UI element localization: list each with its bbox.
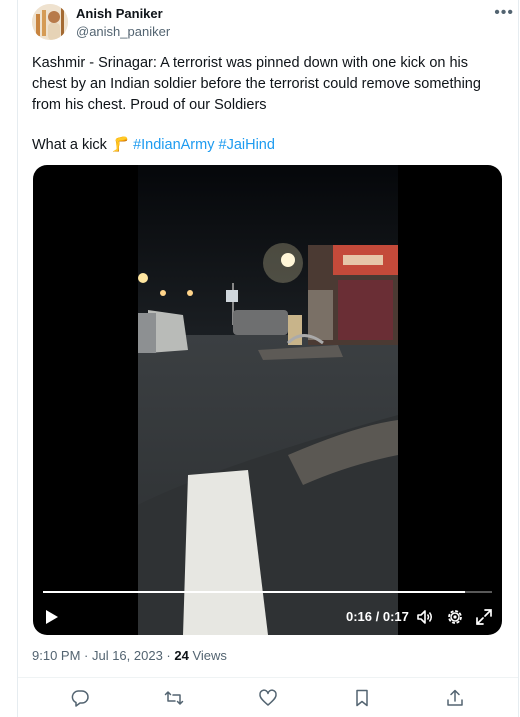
more-icon[interactable]: ••• [494,4,514,22]
tweet-meta: 9:10 PM · Jul 16, 2023 · 24 Views [32,648,227,663]
volume-icon[interactable] [416,608,434,626]
action-bar [18,688,518,710]
play-icon[interactable] [45,609,59,625]
tweet-text-main: Kashmir - Srinagar: A terrorist was pinn… [32,55,481,113]
author-name[interactable]: Anish Paniker [76,6,163,21]
video-progress-fill [43,591,466,593]
tweet-timestamp[interactable]: 9:10 PM · Jul 16, 2023 · [32,648,174,663]
retweet-button[interactable] [164,688,184,708]
views-count: 24 [174,648,189,663]
video-progress[interactable] [43,591,492,593]
tweet-card: Anish Paniker @anish_paniker ••• Kashmir… [17,0,519,717]
like-button[interactable] [258,688,278,708]
bookmark-icon [356,689,368,707]
video-player[interactable]: 0:16 / 0:17 [33,165,502,635]
leg-emoji: 🦵 [110,137,130,153]
views-label: Views [188,648,227,663]
hashtag-indianarmy[interactable]: #IndianArmy [133,137,214,153]
reply-icon [71,690,89,707]
share-icon [447,689,463,706]
bookmark-button[interactable] [352,688,372,708]
video-time: 0:16 / 0:17 [346,609,409,624]
fullscreen-icon[interactable] [475,608,493,626]
like-icon [259,689,277,706]
hashtag-jaihind[interactable]: #JaiHind [219,137,275,153]
settings-icon[interactable] [446,608,464,626]
share-button[interactable] [445,688,465,708]
tweet-text: Kashmir - Srinagar: A terrorist was pinn… [32,53,502,156]
tweet-text-prefix: What a kick [32,137,111,153]
tweet-text-second: What a kick 🦵 #IndianArmy #JaiHind [32,135,502,156]
author-handle[interactable]: @anish_paniker [76,24,170,39]
avatar-image [32,4,68,40]
avatar[interactable] [32,4,68,40]
divider [18,677,518,678]
video-frame [138,165,398,635]
reply-button[interactable] [70,688,90,708]
retweet-icon [164,691,184,705]
